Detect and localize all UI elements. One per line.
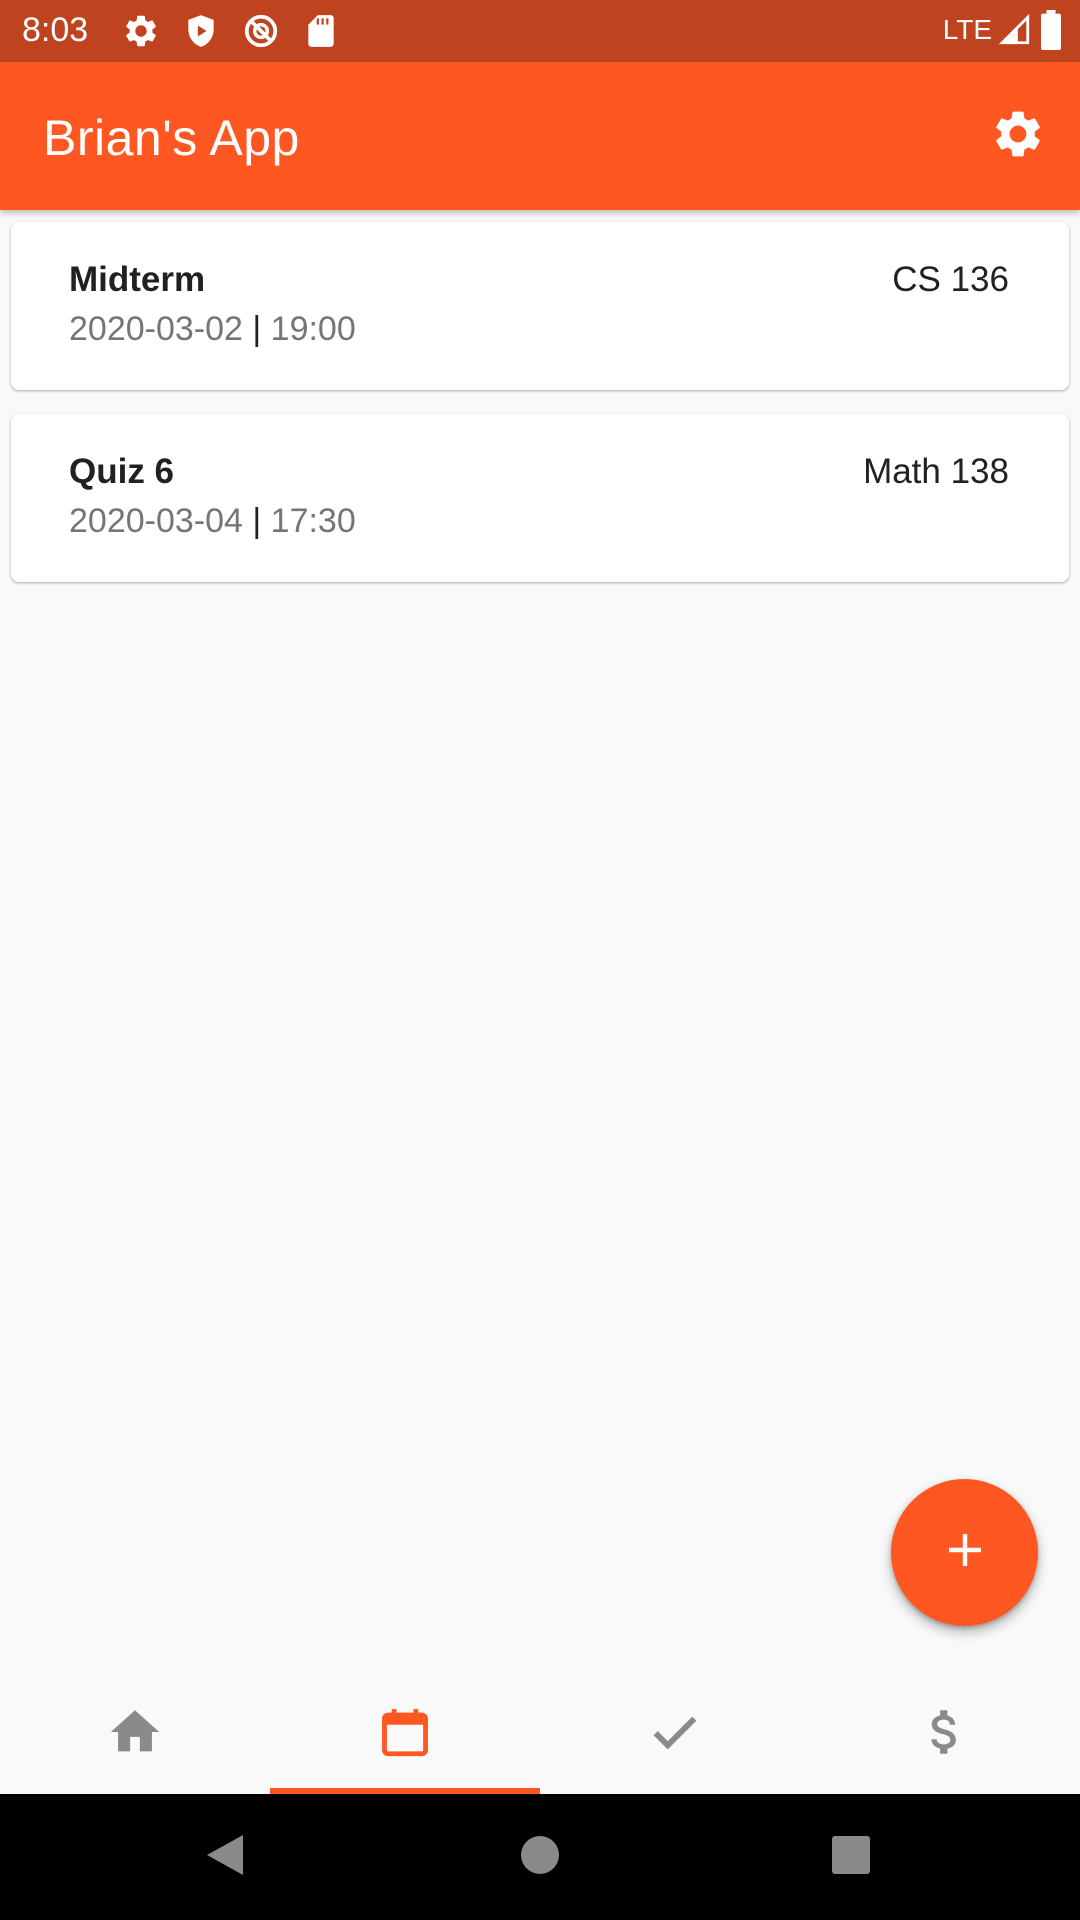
- event-datetime: 2020-03-02 | 19:00: [69, 310, 356, 349]
- blocked-sync-icon: [242, 12, 280, 50]
- tab-calendar[interactable]: [270, 1674, 540, 1794]
- event-course: CS 136: [892, 260, 1009, 299]
- notification-icons: [122, 12, 340, 50]
- calendar-icon: [376, 1703, 434, 1766]
- event-datetime: 2020-03-04 | 17:30: [69, 502, 356, 541]
- plus-icon: [941, 1526, 989, 1579]
- dollar-icon: [916, 1703, 974, 1766]
- event-card[interactable]: Quiz 6 Math 138 2020-03-04 | 17:30: [11, 414, 1069, 582]
- status-right: LTE: [943, 10, 1064, 50]
- event-separator: |: [252, 502, 262, 540]
- signal-icon: [998, 13, 1032, 47]
- app-title: Brian's App: [43, 110, 300, 166]
- home-circle-icon: [520, 1835, 560, 1880]
- battery-icon: [1038, 10, 1064, 50]
- status-time: 8:03: [22, 11, 89, 49]
- network-type: LTE: [942, 14, 992, 45]
- settings-icon: [122, 12, 160, 50]
- tab-tasks[interactable]: [540, 1674, 810, 1794]
- event-time: 19:00: [270, 310, 356, 348]
- event-title: Quiz 6: [69, 452, 175, 491]
- shield-play-icon: [182, 12, 220, 50]
- system-back-button[interactable]: [180, 1794, 270, 1920]
- event-separator: |: [252, 310, 262, 348]
- system-navigation-bar: [0, 1794, 1080, 1920]
- back-icon: [203, 1831, 247, 1884]
- recents-icon: [831, 1835, 871, 1880]
- bottom-navigation: [0, 1674, 1080, 1794]
- event-title: Midterm: [69, 260, 206, 299]
- check-icon: [646, 1703, 704, 1766]
- app-bar: Brian's App: [0, 62, 1080, 210]
- event-date: 2020-03-02: [69, 310, 243, 348]
- tab-finance[interactable]: [810, 1674, 1080, 1794]
- add-event-button[interactable]: [891, 1479, 1038, 1626]
- tab-home[interactable]: [0, 1674, 270, 1794]
- system-recents-button[interactable]: [806, 1794, 896, 1920]
- status-bar: 8:03 LTE: [0, 0, 1080, 62]
- event-card[interactable]: Midterm CS 136 2020-03-02 | 19:00: [11, 222, 1069, 390]
- settings-button[interactable]: [988, 106, 1048, 166]
- gear-icon: [990, 106, 1046, 167]
- sd-card-icon: [302, 12, 340, 50]
- event-date: 2020-03-04: [69, 502, 243, 540]
- event-course: Math 138: [863, 452, 1009, 491]
- event-time: 17:30: [270, 502, 356, 540]
- system-home-button[interactable]: [495, 1794, 585, 1920]
- home-icon: [106, 1703, 164, 1766]
